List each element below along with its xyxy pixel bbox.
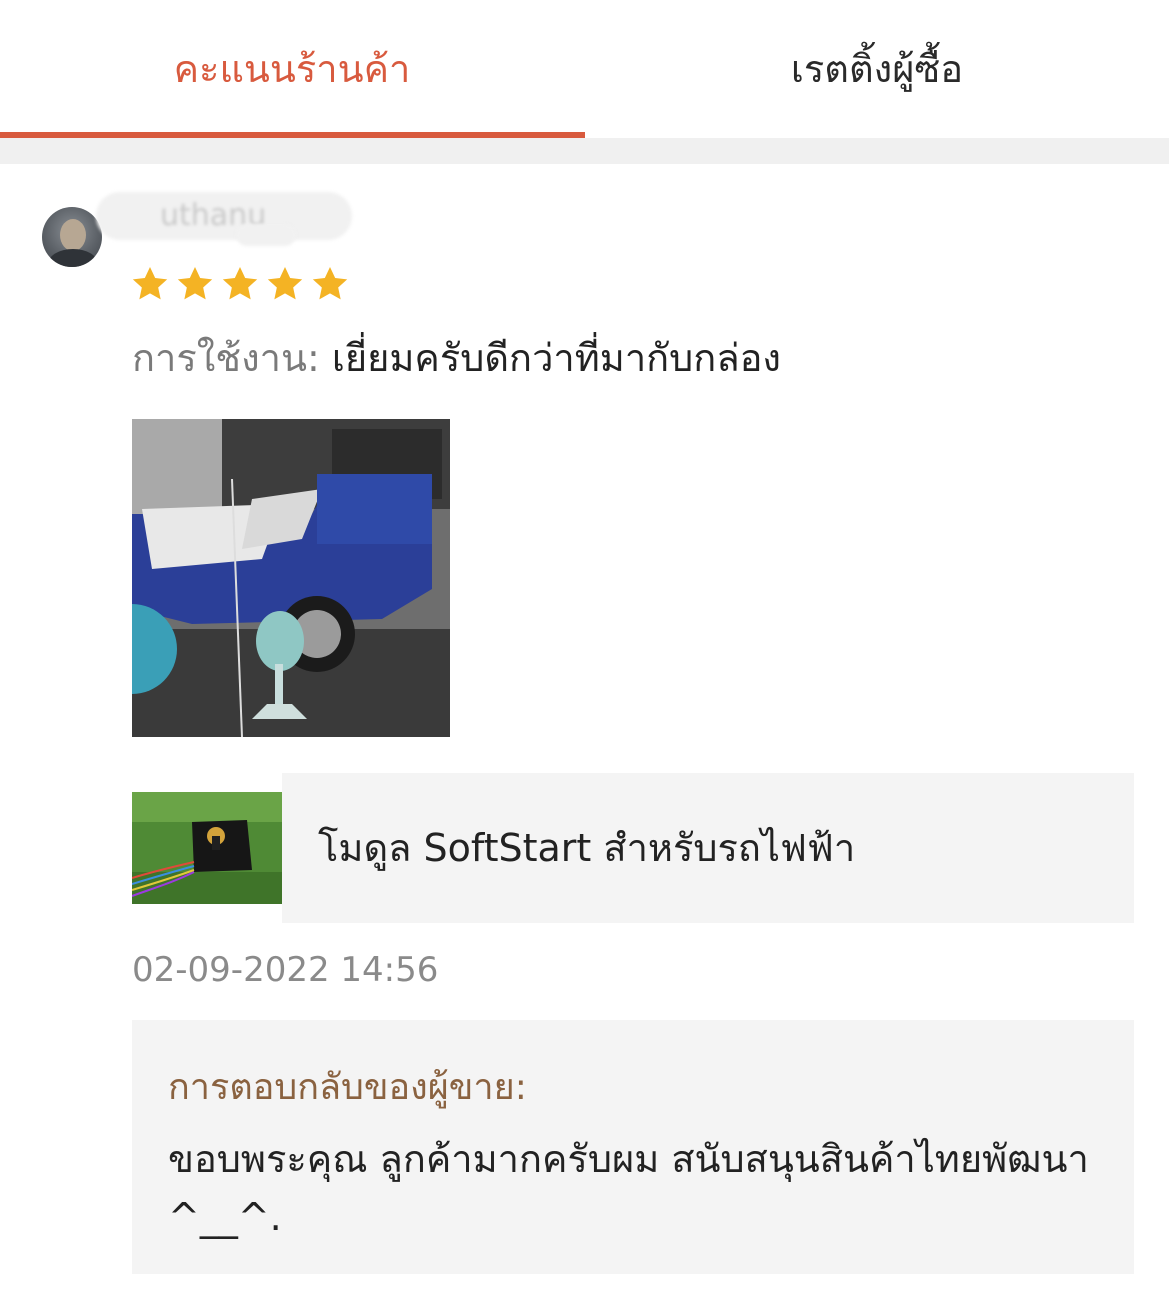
- avatar-face-shape: [60, 219, 86, 251]
- product-thumbnail-module-icon: [132, 792, 282, 904]
- star-rating: [130, 264, 355, 308]
- review-photo[interactable]: [132, 419, 450, 737]
- star-icon: [312, 267, 348, 300]
- star-icon: [267, 267, 303, 300]
- usage-value: เยี่ยมครับดีกว่าที่มากับกล่อง: [331, 336, 781, 380]
- rating-tabs: คะแนนร้านค้า เรตติ้งผู้ซื้อ: [0, 0, 1169, 138]
- usage-label: การใช้งาน:: [132, 336, 332, 380]
- usage-comment: การใช้งาน: เยี่ยมครับดีกว่าที่มากับกล่อง: [132, 330, 781, 386]
- reviewer-username: uthanu: [96, 192, 352, 240]
- product-thumbnail: [132, 792, 282, 904]
- avatar-body-shape: [48, 249, 98, 267]
- star-icon: [132, 267, 168, 300]
- star-icon: [222, 267, 258, 300]
- tab-buyer-rating[interactable]: เรตติ้งผู้ซื้อ: [585, 0, 1169, 138]
- tab-shop-rating[interactable]: คะแนนร้านค้า: [0, 0, 584, 138]
- avatar[interactable]: [42, 207, 102, 267]
- section-divider: [0, 138, 1169, 164]
- seller-reply-text: ขอบพระคุณ ลูกค้ามากครับผม สนับสนุนสินค้า…: [168, 1137, 1089, 1239]
- star-icon: [177, 267, 213, 300]
- seller-reply: การตอบกลับของผู้ขาย: ขอบพระคุณ ลูกค้ามาก…: [132, 1020, 1134, 1274]
- review-timestamp: 02-09-2022 14:56: [132, 950, 439, 990]
- username-blur-mask: [236, 224, 296, 246]
- product-card[interactable]: โมดูล SoftStart สำหรับรถไฟฟ้า: [132, 773, 1134, 923]
- seller-reply-title: การตอบกลับของผู้ขาย:: [168, 1067, 527, 1108]
- product-info: โมดูล SoftStart สำหรับรถไฟฟ้า: [282, 773, 1134, 923]
- review-photo-vehicle-icon: [132, 419, 450, 737]
- product-name: โมดูล SoftStart สำหรับรถไฟฟ้า: [318, 826, 856, 870]
